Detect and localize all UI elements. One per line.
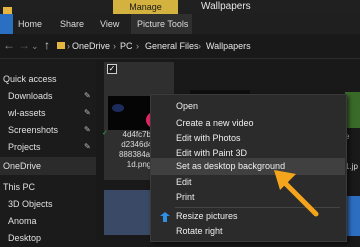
file-thumbnail[interactable] <box>345 92 360 128</box>
sidebar-item-label: OneDrive <box>3 161 42 171</box>
sidebar-item-desktop[interactable]: Desktop <box>0 229 96 247</box>
up-arrow-icon[interactable]: ↑ <box>44 38 50 52</box>
menu-item-label: Rotate right <box>176 226 223 236</box>
sidebar-item-label: Desktop <box>8 233 42 243</box>
title-bar <box>0 0 360 14</box>
tab-home[interactable]: Home <box>18 14 42 34</box>
sidebar-item-anoma[interactable]: Anoma <box>0 212 96 230</box>
sidebar-item-label: This PC <box>3 182 36 192</box>
sidebar-item-this-pc[interactable]: This PC <box>0 178 96 196</box>
file-name-line: e <box>345 132 350 141</box>
tab-share[interactable]: Share <box>60 14 84 34</box>
menu-item-label: Set as desktop background <box>176 161 286 171</box>
menu-item-rotate-right[interactable]: Rotate right <box>151 223 345 240</box>
folder-icon <box>3 2 12 14</box>
sidebar-item-screenshots[interactable]: Screenshots ✎ <box>0 121 96 139</box>
sidebar-item-label: Downloads <box>8 91 53 101</box>
breadcrumb-separator-icon: › <box>67 41 70 51</box>
folder-icon <box>57 42 65 49</box>
sidebar-item-downloads[interactable]: Downloads ✎ <box>0 87 96 105</box>
sidebar-item-onedrive[interactable]: OneDrive <box>0 157 96 175</box>
file-thumbnail[interactable] <box>345 196 360 236</box>
window-title: Wallpapers <box>201 1 251 12</box>
sidebar-item-quick-access[interactable]: Quick access <box>0 70 96 88</box>
breadcrumb-onedrive[interactable]: OneDrive <box>72 39 110 53</box>
menu-item-label: Open <box>176 101 199 111</box>
sidebar-item-label: Screenshots <box>8 125 59 135</box>
sidebar-item-projects[interactable]: Projects ✎ <box>0 138 96 156</box>
resize-pictures-icon <box>160 212 170 222</box>
sidebar-item-wl-assets[interactable]: wl-assets ✎ <box>0 104 96 122</box>
menu-item-open[interactable]: Open <box>151 98 345 115</box>
pin-icon: ✎ <box>84 91 91 100</box>
tab-picture-tools[interactable]: Picture Tools <box>131 14 192 34</box>
breadcrumb-separator-icon: › <box>198 41 201 51</box>
checkbox-icon[interactable]: ✓ <box>107 64 117 74</box>
breadcrumb-general-files[interactable]: General Files <box>145 39 199 53</box>
pin-icon: ✎ <box>84 142 91 151</box>
tab-file[interactable] <box>0 14 13 34</box>
chevron-down-icon[interactable]: ⌄ <box>31 41 39 52</box>
annotation-arrow-icon <box>274 170 319 217</box>
forward-icon[interactable]: → <box>18 38 30 52</box>
pin-icon: ✎ <box>84 108 91 117</box>
manage-tab[interactable]: Manage <box>113 0 178 14</box>
sidebar-item-3d-objects[interactable]: 3D Objects <box>0 195 96 213</box>
sidebar-item-label: 3D Objects <box>8 199 53 209</box>
breadcrumb-separator-icon: › <box>113 41 116 51</box>
pin-icon: ✎ <box>84 125 91 134</box>
breadcrumb-wallpapers[interactable]: Wallpapers <box>206 39 251 53</box>
sidebar-item-label: wl-assets <box>8 108 46 118</box>
file-name-line: 1.jp <box>345 162 358 171</box>
breadcrumb-separator-icon: › <box>136 41 139 51</box>
sidebar-item-label: Quick access <box>3 74 57 84</box>
sidebar-item-label: Anoma <box>8 216 37 226</box>
back-icon[interactable]: ← <box>3 38 15 52</box>
sidebar-item-label: Projects <box>8 142 41 152</box>
tab-view[interactable]: View <box>100 14 119 34</box>
breadcrumb-pc[interactable]: PC <box>120 39 133 53</box>
menu-item-label: Print <box>176 192 195 202</box>
